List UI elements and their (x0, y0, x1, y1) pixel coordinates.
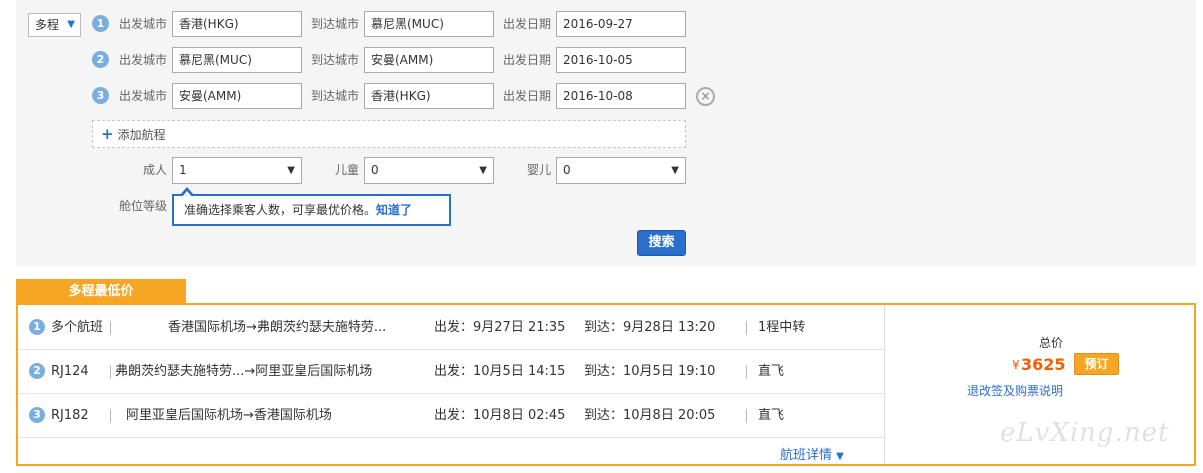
segment-number-badge: 1 (29, 319, 45, 335)
arrival-time: 到达：9月28日 13:20 (584, 320, 716, 335)
chevron-down-icon: ▼ (67, 19, 75, 30)
passenger-tooltip: 准确选择乘客人数，可享最优价格。知道了 (172, 194, 451, 226)
arrival-time: 到达：10月5日 19:10 (584, 364, 716, 379)
arrival-city-label: 到达城市 (311, 53, 360, 67)
arrival-city-input[interactable]: 安曼(AMM) (364, 47, 494, 73)
chevron-down-icon: ▼ (671, 165, 679, 176)
flight-details-link[interactable]: 航班详情 ▼ (780, 444, 844, 463)
departure-date-label: 出发日期 (503, 53, 552, 67)
departure-city-label: 出发城市 (119, 89, 168, 103)
add-segment-button[interactable]: + 添加航程 (92, 120, 686, 148)
trip-type-select[interactable]: 多程 ▼ (28, 13, 81, 37)
chevron-down-icon: ▼ (836, 451, 844, 462)
departure-time: 出发：9月27日 21:35 (434, 320, 566, 335)
departure-city-label: 出发城市 (119, 17, 168, 31)
divider (18, 393, 884, 394)
tooltip-dismiss-link[interactable]: 知道了 (376, 203, 412, 217)
plus-icon: + (101, 125, 114, 143)
departure-city-input[interactable]: 香港(HKG) (172, 11, 302, 37)
flight-number: RJ124 (51, 364, 89, 379)
segment-number-badge: 2 (92, 51, 109, 68)
departure-date-label: 出发日期 (503, 89, 552, 103)
divider (110, 409, 111, 423)
route-text: 阿里亚皇后国际机场→香港国际机场 (126, 408, 332, 423)
adults-select[interactable]: 1 ▼ (172, 157, 302, 184)
results-tab[interactable]: 多程最低价 (16, 279, 186, 304)
children-label: 儿童 (335, 163, 360, 177)
book-button[interactable]: 预订 (1074, 353, 1119, 375)
infants-select[interactable]: 0 ▼ (556, 157, 686, 184)
departure-date-input[interactable]: 2016-10-08 (556, 83, 686, 109)
total-price: 3625 (1021, 355, 1066, 374)
arrival-city-input[interactable]: 慕尼黑(MUC) (364, 11, 494, 37)
segment-number-badge: 2 (29, 363, 45, 379)
infants-value: 0 (563, 163, 571, 177)
departure-time: 出发：10月5日 14:15 (434, 364, 566, 379)
watermark: eLvXing.net (1000, 418, 1170, 448)
segment-number-badge: 3 (29, 407, 45, 423)
flight-number: 多个航班 (51, 320, 104, 335)
segment-number-badge: 3 (92, 87, 109, 104)
divider (110, 321, 111, 335)
divider (884, 305, 885, 464)
route-text: 香港国际机场→弗朗茨约瑟夫施特劳... (168, 320, 387, 335)
divider (18, 349, 884, 350)
divider (18, 437, 884, 438)
cabin-class-label: 舱位等级 (119, 199, 168, 213)
flight-number: RJ182 (51, 408, 89, 423)
trip-type-value: 多程 (35, 18, 60, 32)
stops-text: 直飞 (758, 408, 785, 423)
departure-date-input[interactable]: 2016-10-05 (556, 47, 686, 73)
arrival-time: 到达：10月8日 20:05 (584, 408, 716, 423)
tooltip-text: 准确选择乘客人数，可享最优价格。 (184, 203, 377, 217)
divider (110, 365, 111, 379)
arrival-city-input[interactable]: 香港(HKG) (364, 83, 494, 109)
chevron-down-icon: ▼ (479, 165, 487, 176)
departure-time: 出发：10月8日 02:45 (434, 408, 566, 423)
total-price-label: 总价 (1039, 336, 1064, 350)
flight-details-label: 航班详情 (780, 448, 833, 463)
departure-date-input[interactable]: 2016-09-27 (556, 11, 686, 37)
divider (746, 409, 747, 423)
refund-policy-link[interactable]: 退改签及购票说明 (967, 382, 1063, 399)
stops-text: 1程中转 (758, 320, 806, 335)
adults-value: 1 (179, 163, 187, 177)
chevron-down-icon: ▼ (287, 165, 295, 176)
departure-city-input[interactable]: 慕尼黑(MUC) (172, 47, 302, 73)
children-select[interactable]: 0 ▼ (364, 157, 494, 184)
segment-number-badge: 1 (92, 15, 109, 32)
add-segment-label: 添加航程 (117, 128, 166, 142)
arrival-city-label: 到达城市 (311, 17, 360, 31)
departure-date-label: 出发日期 (503, 17, 552, 31)
children-value: 0 (371, 163, 379, 177)
remove-segment-close-icon[interactable]: × (696, 87, 715, 106)
divider (746, 365, 747, 379)
currency-symbol: ¥ (1012, 358, 1020, 372)
stops-text: 直飞 (758, 364, 785, 379)
route-text: 弗朗茨约瑟夫施特劳...→阿里亚皇后国际机场 (115, 364, 373, 379)
departure-city-label: 出发城市 (119, 53, 168, 67)
divider (746, 321, 747, 335)
departure-city-input[interactable]: 安曼(AMM) (172, 83, 302, 109)
search-button[interactable]: 搜索 (637, 230, 686, 256)
infants-label: 婴儿 (527, 163, 552, 177)
arrival-city-label: 到达城市 (311, 89, 360, 103)
tooltip-arrow-inner (182, 191, 192, 197)
adults-label: 成人 (143, 163, 168, 177)
